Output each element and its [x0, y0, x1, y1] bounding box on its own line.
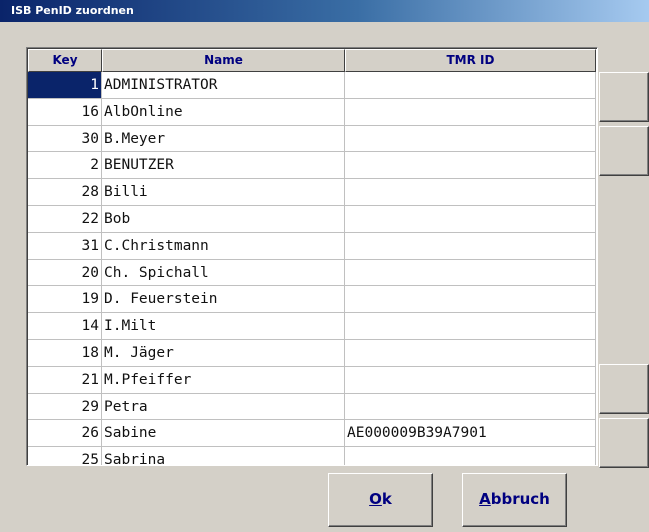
cell-key[interactable]: 19 — [28, 286, 102, 314]
cell-name[interactable]: Ch. Spichall — [102, 259, 345, 287]
side-button-3[interactable] — [599, 364, 649, 414]
ok-label: k — [381, 490, 392, 508]
cell-name[interactable]: BENUTZER — [102, 152, 345, 180]
cell-tmr-id[interactable] — [345, 179, 596, 206]
side-button-2[interactable] — [599, 126, 649, 176]
column-header-tmr-id[interactable]: TMR ID — [345, 49, 596, 72]
ok-button[interactable]: Ok — [328, 473, 433, 527]
table-row[interactable]: 28 Billi — [28, 179, 596, 206]
cell-key[interactable]: 22 — [28, 205, 102, 233]
cell-tmr-id[interactable] — [345, 339, 596, 367]
cell-tmr-id[interactable] — [345, 125, 596, 153]
table-row[interactable]: 25 Sabrina — [28, 447, 596, 465]
cell-tmr-id[interactable] — [345, 366, 596, 394]
table-row[interactable]: 14 I.Milt — [28, 313, 596, 340]
cell-name[interactable]: Sabrina — [102, 447, 345, 465]
cell-key[interactable]: 28 — [28, 179, 102, 206]
cell-name[interactable]: M.Pfeiffer — [102, 366, 345, 394]
cell-key[interactable]: 31 — [28, 232, 102, 260]
cell-tmr-id[interactable] — [345, 259, 596, 287]
cell-key[interactable]: 20 — [28, 259, 102, 287]
cell-key[interactable]: 25 — [28, 447, 102, 465]
cell-key[interactable]: 30 — [28, 125, 102, 153]
side-button-4[interactable] — [599, 418, 649, 468]
table-row[interactable]: 2 BENUTZER — [28, 152, 596, 180]
table-row[interactable]: 30 B.Meyer — [28, 125, 596, 153]
cell-key[interactable]: 29 — [28, 393, 102, 421]
table-row[interactable]: 29 Petra — [28, 393, 596, 421]
cell-name[interactable]: AlbOnline — [102, 98, 345, 126]
cell-name[interactable]: C.Christmann — [102, 232, 345, 260]
table-row[interactable]: 19 D. Feuerstein — [28, 286, 596, 314]
cell-tmr-id[interactable] — [345, 393, 596, 421]
cell-tmr-id[interactable] — [345, 286, 596, 314]
cell-key[interactable]: 1 — [28, 72, 102, 99]
cell-tmr-id[interactable] — [345, 205, 596, 233]
cell-key[interactable]: 16 — [28, 98, 102, 126]
cell-tmr-id[interactable] — [345, 98, 596, 126]
table-row[interactable]: 26 Sabine AE000009B39A7901 — [28, 420, 596, 448]
cell-name[interactable]: I.Milt — [102, 313, 345, 340]
table-row[interactable]: 18 M. Jäger — [28, 339, 596, 367]
cell-key[interactable]: 18 — [28, 339, 102, 367]
table-row[interactable]: 21 M.Pfeiffer — [28, 366, 596, 394]
cell-tmr-id[interactable] — [345, 152, 596, 180]
cell-name[interactable]: B.Meyer — [102, 125, 345, 153]
window-title: ISB PenID zuordnen — [11, 4, 134, 17]
dialog-window: ISB PenID zuordnen Key Name TMR ID 1 ADM… — [0, 0, 649, 532]
cell-tmr-id[interactable] — [345, 232, 596, 260]
side-button-1[interactable] — [599, 72, 649, 122]
cell-name[interactable]: Petra — [102, 393, 345, 421]
cell-name[interactable]: D. Feuerstein — [102, 286, 345, 314]
table-row[interactable]: 31 C.Christmann — [28, 232, 596, 260]
table-row[interactable]: 22 Bob — [28, 205, 596, 233]
column-header-key[interactable]: Key — [28, 49, 102, 72]
users-grid[interactable]: Key Name TMR ID 1 ADMINISTRATOR 16 AlbOn… — [26, 47, 598, 466]
cell-name[interactable]: ADMINISTRATOR — [102, 72, 345, 99]
cell-tmr-id[interactable] — [345, 313, 596, 340]
cell-name[interactable]: Sabine — [102, 420, 345, 448]
ok-accelerator: O — [369, 490, 382, 508]
grid-rows: 1 ADMINISTRATOR 16 AlbOnline 30 B.Meyer … — [28, 72, 596, 465]
cell-key[interactable]: 2 — [28, 152, 102, 180]
table-row[interactable]: 16 AlbOnline — [28, 98, 596, 126]
cell-tmr-id[interactable] — [345, 72, 596, 99]
title-bar[interactable]: ISB PenID zuordnen — [0, 0, 649, 22]
cancel-label: bbruch — [490, 490, 550, 508]
table-row[interactable]: 20 Ch. Spichall — [28, 259, 596, 287]
cell-tmr-id[interactable] — [345, 447, 596, 465]
cancel-accelerator: A — [479, 490, 491, 508]
cell-name[interactable]: Billi — [102, 179, 345, 206]
table-row[interactable]: 1 ADMINISTRATOR — [28, 72, 596, 99]
cell-key[interactable]: 14 — [28, 313, 102, 340]
column-header-name[interactable]: Name — [102, 49, 345, 72]
cell-name[interactable]: Bob — [102, 205, 345, 233]
cell-key[interactable]: 21 — [28, 366, 102, 394]
cancel-button[interactable]: Abbruch — [462, 473, 567, 527]
cell-tmr-id[interactable]: AE000009B39A7901 — [345, 420, 596, 448]
cell-key[interactable]: 26 — [28, 420, 102, 448]
cell-name[interactable]: M. Jäger — [102, 339, 345, 367]
